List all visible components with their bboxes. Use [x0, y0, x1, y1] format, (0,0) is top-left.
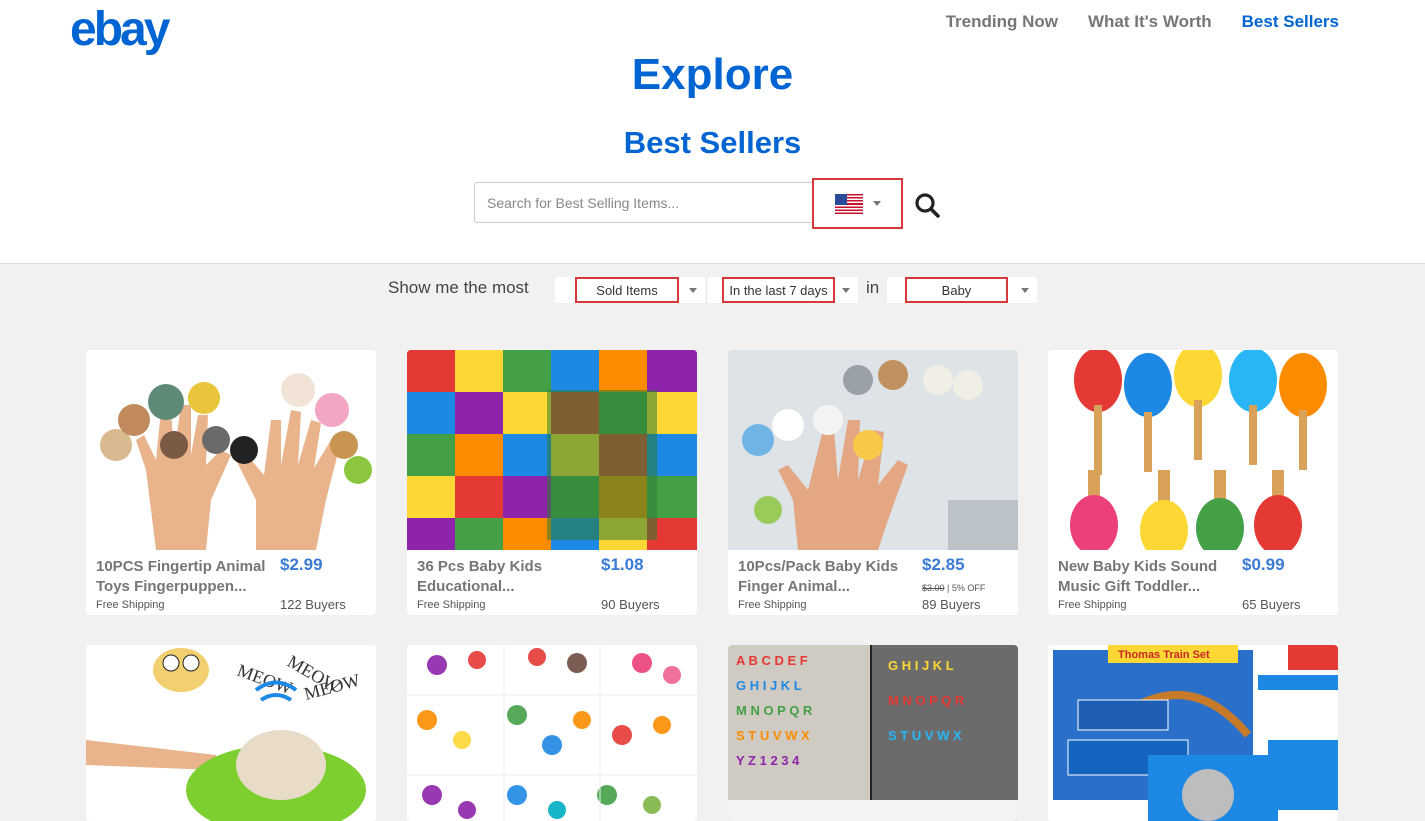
- metric-value: Sold Items: [575, 277, 679, 303]
- product-price: $0.99: [1242, 555, 1285, 574]
- search-bar: [474, 178, 903, 229]
- header: ebay Trending Now What It's Worth Best S…: [0, 0, 1425, 263]
- letters-row: G H I J K L: [888, 658, 954, 673]
- category-dropdown[interactable]: Baby: [887, 277, 1037, 303]
- product-card[interactable]: 10Pcs/Pack Baby Kids Finger Animal... $2.…: [728, 350, 1018, 615]
- filter-in-label: in: [866, 278, 880, 297]
- shipping-label: Free Shipping: [1058, 599, 1127, 611]
- product-card[interactable]: MEOW MEOW MEOW: [86, 645, 376, 821]
- nav-what-its-worth[interactable]: What It's Worth: [1088, 12, 1212, 32]
- category-value: Baby: [905, 277, 1008, 303]
- letters-row: G H I J K L: [736, 678, 802, 693]
- product-price: $2.85: [922, 555, 965, 574]
- original-price: $3.00 | 5% OFF: [922, 583, 986, 593]
- shipping-label: Free Shipping: [738, 599, 807, 611]
- product-price: $2.99: [280, 555, 323, 574]
- letters-row: M N O P Q R: [888, 693, 965, 708]
- page-title: Explore: [631, 50, 794, 99]
- product-image-foam-puzzle[interactable]: [407, 350, 697, 550]
- buyers-count: 90 Buyers: [601, 597, 660, 612]
- chevron-down-icon: [872, 201, 881, 206]
- product-image-finger-puppets-hand[interactable]: [728, 350, 1018, 550]
- page-subtitle: Best Sellers: [623, 125, 802, 160]
- period-value: In the last 7 days: [722, 277, 835, 303]
- product-price: $1.08: [601, 555, 644, 574]
- product-card[interactable]: 10PCS Fingertip Animal Toys Fingerpuppen.…: [86, 350, 376, 615]
- letters-row: M N O P Q R: [736, 703, 813, 718]
- metric-dropdown[interactable]: Sold Items: [555, 277, 705, 303]
- logo-letter-a: a: [120, 3, 147, 56]
- product-title[interactable]: 10Pcs/Pack Baby Kids Finger Animal...: [738, 557, 916, 597]
- buyers-count: 89 Buyers: [922, 597, 981, 612]
- product-card[interactable]: 36 Pcs Baby Kids Educational... $1.08 Fre…: [407, 350, 697, 615]
- product-image-finger-puppets[interactable]: [86, 350, 376, 550]
- letters-row: Y Z 1 2 3 4: [736, 753, 800, 768]
- logo-letter-e: e: [70, 3, 97, 56]
- logo-letter-b: b: [93, 3, 123, 56]
- filter-prefix: Show me the most: [388, 278, 529, 297]
- shipping-label: Free Shipping: [96, 599, 165, 611]
- search-input[interactable]: [475, 183, 813, 222]
- product-card[interactable]: [407, 645, 697, 821]
- ebay-logo[interactable]: ebay: [70, 2, 171, 57]
- letters-row: S T U V W X: [736, 728, 810, 743]
- product-image-butterfly-stickers[interactable]: [407, 645, 697, 821]
- search-button[interactable]: [912, 190, 942, 220]
- chevron-down-icon: [842, 288, 850, 293]
- buyers-count: 65 Buyers: [1242, 597, 1301, 612]
- product-image-train-set[interactable]: Thomas Train Set: [1048, 645, 1338, 821]
- nav-best-sellers[interactable]: Best Sellers: [1242, 12, 1339, 32]
- shipping-label: Free Shipping: [417, 599, 486, 611]
- chevron-down-icon: [689, 288, 697, 293]
- us-flag-icon: [834, 193, 863, 214]
- product-title[interactable]: 10PCS Fingertip Animal Toys Fingerpuppen.…: [96, 557, 274, 597]
- product-card[interactable]: New Baby Kids Sound Music Gift Toddler...…: [1048, 350, 1338, 615]
- period-dropdown[interactable]: In the last 7 days: [708, 277, 858, 303]
- chevron-down-icon: [1021, 288, 1029, 293]
- product-card[interactable]: Thomas Train Set: [1048, 645, 1338, 821]
- product-image-magnetic-letters[interactable]: A B C D E F G H I J K L M N O P Q R S T …: [728, 645, 1018, 821]
- logo-letter-y: y: [143, 3, 171, 56]
- product-title[interactable]: New Baby Kids Sound Music Gift Toddler...: [1058, 557, 1236, 597]
- buyers-count: 122 Buyers: [280, 597, 346, 612]
- search-icon: [915, 193, 940, 218]
- country-select[interactable]: [812, 178, 903, 229]
- top-nav: Trending Now What It's Worth Best Seller…: [946, 12, 1339, 32]
- letters-row: A B C D E F: [736, 653, 808, 668]
- product-image-kitten-toy[interactable]: MEOW MEOW MEOW: [86, 645, 376, 821]
- box-label: Thomas Train Set: [1118, 649, 1210, 661]
- letters-row: S T U V W X: [888, 728, 962, 743]
- nav-trending-now[interactable]: Trending Now: [946, 12, 1058, 32]
- product-card[interactable]: A B C D E F G H I J K L M N O P Q R S T …: [728, 645, 1018, 821]
- product-image-maracas[interactable]: [1048, 350, 1338, 550]
- product-title[interactable]: 36 Pcs Baby Kids Educational...: [417, 557, 595, 597]
